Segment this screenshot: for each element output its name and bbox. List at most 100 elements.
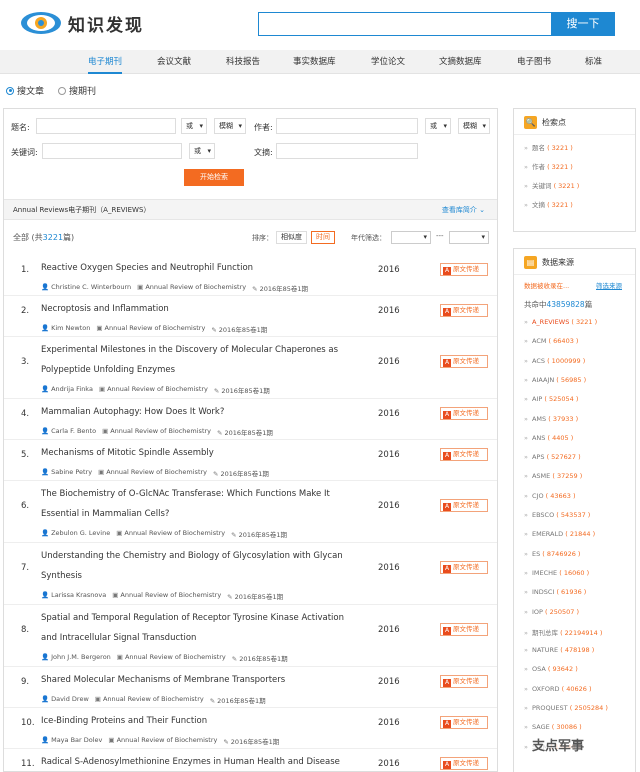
source-item[interactable]: » AIAAJN ( 56985 ) <box>524 376 586 384</box>
result-journal[interactable]: ▣ Annual Review of Biochemistry <box>95 695 204 705</box>
filter-sources-link[interactable]: 筛选来源 <box>596 280 622 290</box>
source-item[interactable]: » NATURE ( 478198 ) <box>524 646 594 654</box>
source-item[interactable]: » OSA ( 93642 ) <box>524 665 578 673</box>
full-text-delivery-button[interactable]: A 原文传递 <box>440 561 488 574</box>
result-journal[interactable]: ▣ Annual Review of Biochemistry <box>117 653 226 663</box>
full-text-delivery-button[interactable]: A 原文传递 <box>440 407 488 420</box>
full-text-delivery-button[interactable]: A 原文传递 <box>440 757 488 770</box>
facet-item[interactable]: » 作者 ( 3221 ) <box>524 161 573 171</box>
full-text-delivery-button[interactable]: A 原文传递 <box>440 355 488 368</box>
full-text-delivery-button[interactable]: A 原文传递 <box>440 499 488 512</box>
source-item[interactable]: » ASME ( 37259 ) <box>524 472 582 480</box>
result-title-link[interactable]: Radical S-Adenosylmethionine Enzymes in … <box>41 752 351 772</box>
source-item[interactable]: » CJO ( 43663 ) <box>524 492 576 500</box>
result-title-link[interactable]: Understanding the Chemistry and Biology … <box>41 546 351 586</box>
logic-select-1[interactable]: 或 <box>181 118 207 134</box>
year-to-select[interactable] <box>449 231 489 244</box>
tab-ebooks[interactable]: 电子图书 <box>517 50 551 74</box>
source-item[interactable]: » EMERALD ( 21844 ) <box>524 530 595 538</box>
source-item[interactable]: » EBSCO ( 543537 ) <box>524 511 590 519</box>
facet-item[interactable]: » 文摘 ( 3221 ) <box>524 199 573 209</box>
database-intro-link[interactable]: 查看库简介 ⌄ <box>442 200 485 221</box>
result-author[interactable]: 👤 Maya Bar Dolev <box>41 736 102 746</box>
full-text-delivery-button[interactable]: A 原文传递 <box>440 675 488 688</box>
facet-item[interactable]: » 题名 ( 3221 ) <box>524 142 573 152</box>
sort-time-button[interactable]: 时间 <box>311 231 335 244</box>
full-text-delivery-button[interactable]: A 原文传递 <box>440 263 488 276</box>
match-select-1[interactable]: 模糊 <box>214 118 246 134</box>
abstract-input[interactable] <box>276 143 418 159</box>
source-item[interactable]: » ES ( 8746926 ) <box>524 550 580 558</box>
result-title-link[interactable]: Mechanisms of Mitotic Spindle Assembly <box>41 443 351 463</box>
result-journal[interactable]: ▣ Annual Review of Biochemistry <box>108 736 217 746</box>
facet-item[interactable]: » 关键词 ( 3221 ) <box>524 180 579 190</box>
year-from-select[interactable] <box>391 231 431 244</box>
result-title-link[interactable]: Necroptosis and Inflammation <box>41 299 351 319</box>
tab-theses[interactable]: 学位论文 <box>371 50 405 74</box>
result-author[interactable]: 👤 Kim Newton <box>41 324 90 334</box>
source-item[interactable]: » PROQUEST ( 2505284 ) <box>524 704 608 712</box>
result-author[interactable]: 👤 Sabine Petry <box>41 468 92 478</box>
radio-journals[interactable]: 搜期刊 <box>58 84 96 97</box>
source-item[interactable]: » AIP ( 525054 ) <box>524 395 578 403</box>
pen-icon: ✎ <box>211 326 217 334</box>
title-input[interactable] <box>36 118 176 134</box>
tab-ejournals[interactable]: 电子期刊 <box>88 50 123 74</box>
search-input[interactable] <box>258 12 552 36</box>
sort-relevance-button[interactable]: 相似度 <box>276 231 307 244</box>
tab-abstract-db[interactable]: 文摘数据库 <box>439 50 482 74</box>
result-title-link[interactable]: Shared Molecular Mechanisms of Membrane … <box>41 670 351 690</box>
radio-articles[interactable]: 搜文章 <box>6 84 44 97</box>
tab-conference[interactable]: 会议文献 <box>157 50 191 74</box>
source-item[interactable]: » SAGE ( 30086 ) <box>524 723 582 731</box>
logo[interactable]: 知识发现 <box>20 10 144 36</box>
source-item[interactable]: » ACS ( 1000999 ) <box>524 357 585 365</box>
result-title-link[interactable]: Mammalian Autophagy: How Does It Work? <box>41 402 351 422</box>
full-text-delivery-button[interactable]: A 原文传递 <box>440 716 488 729</box>
author-input[interactable] <box>276 118 418 134</box>
result-journal[interactable]: ▣ Annual Review of Biochemistry <box>116 529 225 539</box>
result-title-link[interactable]: Reactive Oxygen Species and Neutrophil F… <box>41 258 351 278</box>
source-item[interactable]: » A_REVIEWS ( 3221 ) <box>524 318 597 326</box>
result-author[interactable]: 👤 Andrija Finka <box>41 385 93 395</box>
source-item[interactable]: » APS ( 527627 ) <box>524 453 581 461</box>
full-text-delivery-button[interactable]: A 原文传递 <box>440 304 488 317</box>
result-meta: 👤 Maya Bar Dolev ▣ Annual Review of Biochem… <box>41 736 279 746</box>
result-title-link[interactable]: Experimental Milestones in the Discovery… <box>41 340 351 380</box>
result-title-link[interactable]: The Biochemistry of O-GlcNAc Transferase… <box>41 484 351 524</box>
logic-select-3[interactable]: 或 <box>189 143 215 159</box>
source-item[interactable]: » 期刊总库 ( 22194914 ) <box>524 627 602 637</box>
source-item[interactable]: » AMS ( 37933 ) <box>524 415 578 423</box>
source-item[interactable]: » ANS ( 4405 ) <box>524 434 573 442</box>
tab-fact-db[interactable]: 事实数据库 <box>293 50 336 74</box>
result-journal[interactable]: ▣ Annual Review of Biochemistry <box>98 468 207 478</box>
result-journal[interactable]: ▣ Annual Review of Biochemistry <box>102 427 211 437</box>
full-text-delivery-button[interactable]: A 原文传递 <box>440 448 488 461</box>
source-item[interactable]: » IMECHE ( 16060 ) <box>524 569 589 577</box>
result-title-link[interactable]: Spatial and Temporal Regulation of Recep… <box>41 608 351 648</box>
result-journal[interactable]: ▣ Annual Review of Biochemistry <box>99 385 208 395</box>
result-title-link[interactable]: Ice-Binding Proteins and Their Function <box>41 711 351 731</box>
source-item[interactable]: » INDSCI ( 61936 ) <box>524 588 586 596</box>
result-author[interactable]: 👤 David Drew <box>41 695 89 705</box>
result-author[interactable]: 👤 Christine C. Winterbourn <box>41 283 131 293</box>
tab-standards[interactable]: 标准 <box>585 50 602 74</box>
result-journal[interactable]: ▣ Annual Review of Biochemistry <box>137 283 246 293</box>
search-button[interactable]: 搜一下 <box>551 12 615 36</box>
result-author[interactable]: 👤 Carla F. Bento <box>41 427 96 437</box>
result-journal[interactable]: ▣ Annual Review of Biochemistry <box>112 591 221 601</box>
keyword-input[interactable] <box>42 143 182 159</box>
logic-select-2[interactable]: 或 <box>425 118 451 134</box>
start-search-button[interactable]: 开始检索 <box>184 169 244 186</box>
collect-link[interactable]: 数据被收录在... <box>524 280 569 290</box>
result-author[interactable]: 👤 Zebulon G. Levine <box>41 529 110 539</box>
source-item[interactable]: » IOP ( 250507 ) <box>524 608 579 616</box>
result-author[interactable]: 👤 Larissa Krasnova <box>41 591 106 601</box>
result-author[interactable]: 👤 John J.M. Bergeron <box>41 653 111 663</box>
source-item[interactable]: » OXFORD ( 40626 ) <box>524 685 592 693</box>
source-item[interactable]: » ACM ( 66403 ) <box>524 337 578 345</box>
match-select-2[interactable]: 模糊 <box>458 118 490 134</box>
tab-tech-reports[interactable]: 科技报告 <box>226 50 260 74</box>
result-journal[interactable]: ▣ Annual Review of Biochemistry <box>96 324 205 334</box>
full-text-delivery-button[interactable]: A 原文传递 <box>440 623 488 636</box>
